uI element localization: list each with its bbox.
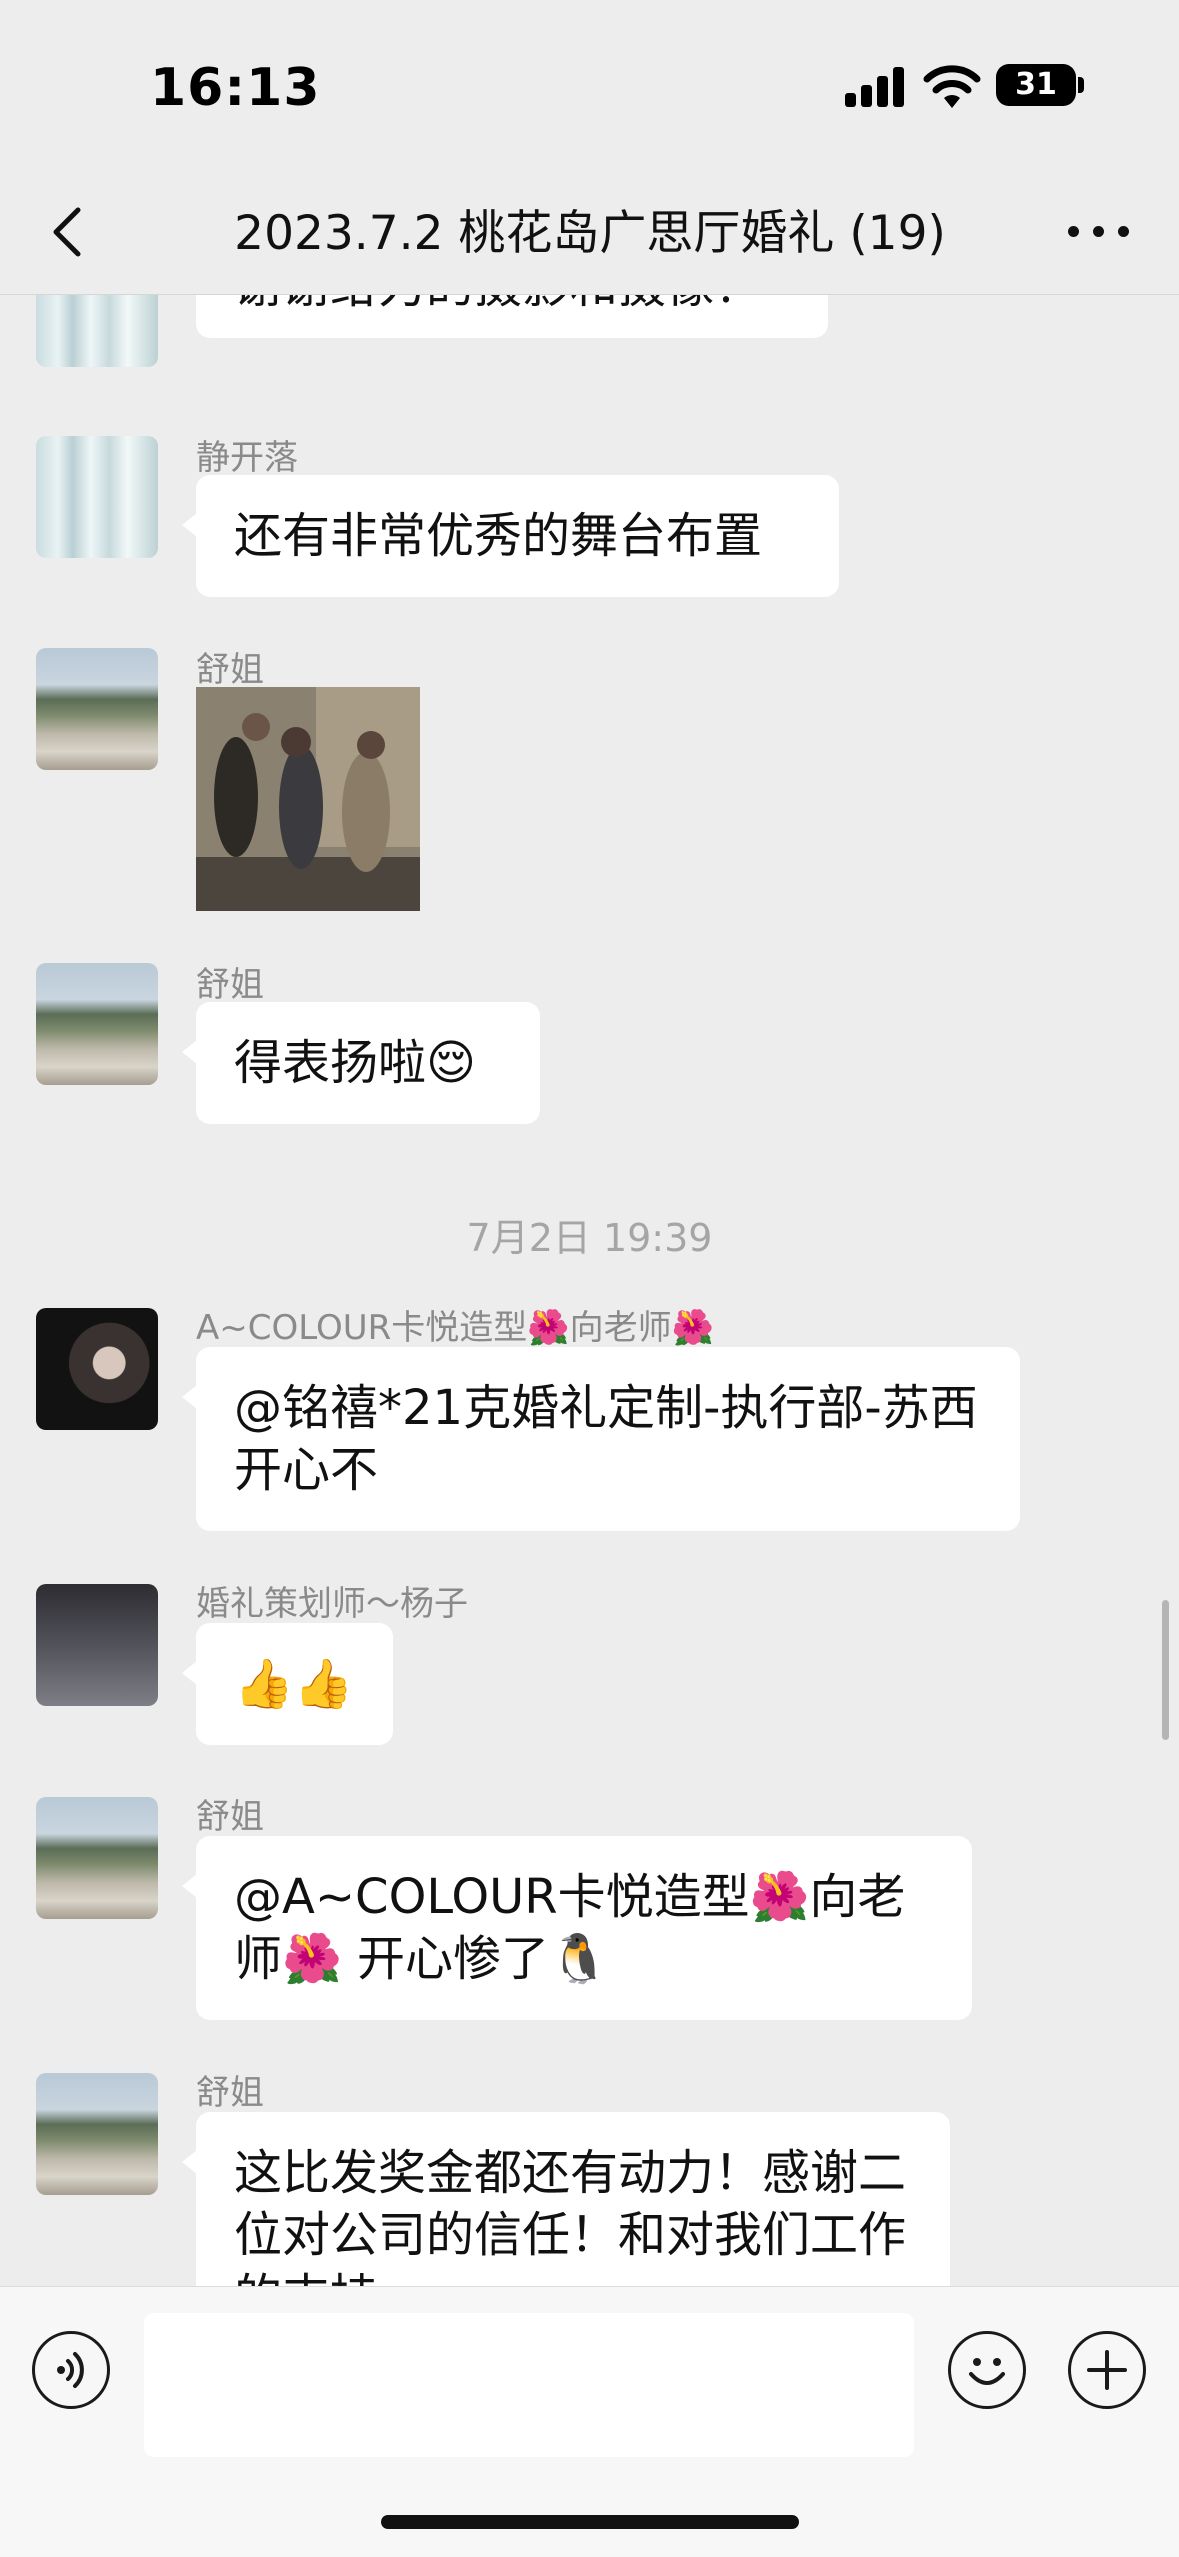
sender-name: 婚礼策划师～杨子 (196, 1584, 468, 1624)
message-bubble[interactable]: @A~COLOUR卡悦造型🌺向老师🌺 开心惨了🐧 (182, 1836, 972, 2020)
animated-sticker-image[interactable] (196, 687, 420, 911)
time-divider: 7月2日 19:39 (466, 1216, 713, 1260)
input-bar (0, 2286, 1179, 2557)
emoji-icon[interactable] (948, 2331, 1026, 2409)
message-bubble[interactable]: 谢谢给力的摄影和摄像！ (196, 295, 828, 338)
sender-name: 舒姐 (196, 650, 264, 690)
battery-icon: 31 (996, 64, 1076, 106)
message-bubble[interactable]: 得表扬啦😌 (182, 1002, 540, 1124)
message-bubble[interactable]: @铭禧*21克婚礼定制-执行部-苏西 开心不 (182, 1347, 1020, 1531)
home-indicator[interactable] (381, 2515, 799, 2529)
avatar[interactable] (36, 2073, 158, 2195)
message-list[interactable]: 谢谢给力的摄影和摄像！ 静开落 还有非常优秀的舞台布置 舒姐 舒姐 (0, 295, 1179, 2295)
back-icon[interactable] (40, 200, 100, 264)
message-bubble[interactable]: 👍👍 (182, 1623, 393, 1745)
scrollbar[interactable] (1162, 1600, 1169, 1740)
status-time: 16:13 (150, 58, 321, 118)
voice-icon[interactable] (32, 2331, 110, 2409)
sender-name: 舒姐 (196, 2073, 264, 2113)
add-icon[interactable] (1068, 2331, 1146, 2409)
avatar[interactable] (36, 1308, 158, 1430)
more-icon[interactable] (1060, 210, 1140, 254)
wifi-icon (923, 65, 981, 108)
message-bubble[interactable]: 这比发奖金都还有动力！感谢二位对公司的信任！和对我们工作的支持 (182, 2112, 950, 2295)
avatar[interactable] (36, 295, 158, 367)
battery-tip (1078, 77, 1084, 93)
avatar[interactable] (36, 648, 158, 770)
chat-title: 2023.7.2 桃花岛广思厅婚礼 (19) (234, 206, 946, 261)
message-input[interactable] (144, 2313, 914, 2457)
cellular-signal-icon (845, 67, 907, 107)
chat-header: 2023.7.2 桃花岛广思厅婚礼 (19) (0, 170, 1179, 295)
sender-name: 静开落 (196, 438, 298, 478)
avatar[interactable] (36, 1584, 158, 1706)
sender-name: A~COLOUR卡悦造型🌺向老师🌺 (196, 1308, 714, 1348)
avatar[interactable] (36, 1797, 158, 1919)
avatar[interactable] (36, 436, 158, 558)
status-bar: 16:13 31 (0, 0, 1179, 170)
sender-name: 舒姐 (196, 965, 264, 1005)
avatar[interactable] (36, 963, 158, 1085)
message-bubble[interactable]: 还有非常优秀的舞台布置 (182, 475, 839, 597)
sender-name: 舒姐 (196, 1797, 264, 1837)
